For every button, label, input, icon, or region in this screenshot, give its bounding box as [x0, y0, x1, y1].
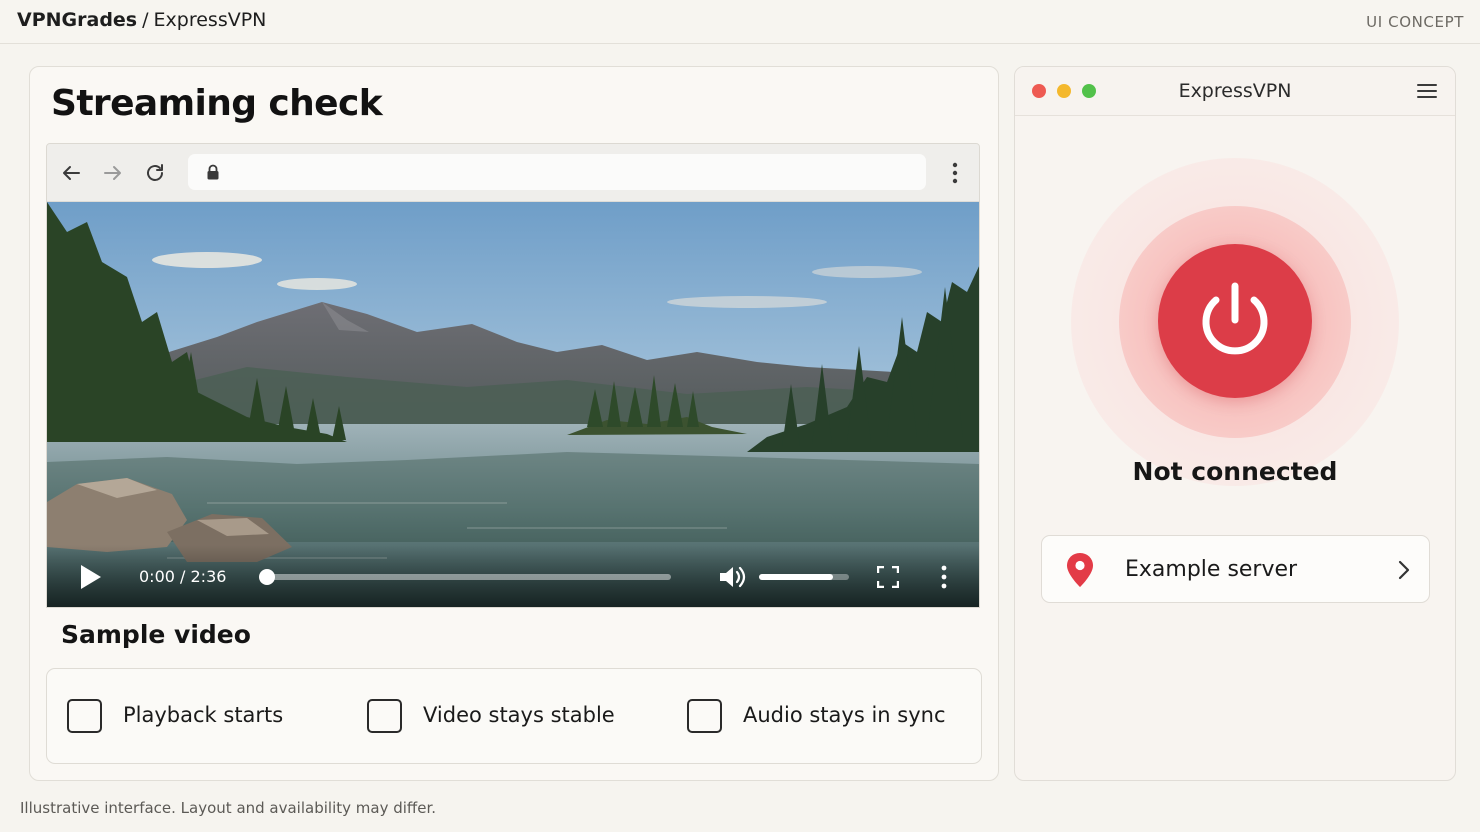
footer-disclaimer: Illustrative interface. Layout and avail… — [20, 799, 437, 817]
connection-status: Not connected — [1132, 457, 1338, 486]
app-title-bar: ExpressVPN — [1015, 67, 1455, 116]
browser-more-vertical-icon[interactable] — [945, 160, 965, 186]
server-selector[interactable]: Example server — [1041, 535, 1430, 603]
video-more-vertical-icon[interactable] — [935, 563, 953, 591]
streaming-check-card: Streaming check 0:00 / 2:36 Sample video… — [29, 66, 999, 781]
top-bar: VPNGrades / ExpressVPN UI CONCEPT — [0, 0, 1480, 44]
app-title: ExpressVPN — [1178, 80, 1292, 102]
checkbox[interactable] — [67, 699, 102, 733]
back-arrow-icon[interactable] — [59, 161, 83, 185]
ui-concept-tag: UI CONCEPT — [1366, 13, 1464, 31]
power-icon — [1202, 282, 1268, 355]
fullscreen-icon[interactable] — [877, 566, 899, 588]
vpn-app-window: ExpressVPN Not connected Example server — [1014, 66, 1456, 781]
video-player[interactable]: 0:00 / 2:36 — [47, 202, 979, 607]
checkbox[interactable] — [687, 699, 722, 733]
lock-icon — [207, 164, 219, 180]
breadcrumb-separator: / — [142, 9, 149, 31]
video-title: Sample video — [61, 620, 251, 649]
connect-power-button[interactable] — [1158, 244, 1312, 398]
browser-window: 0:00 / 2:36 — [46, 143, 980, 608]
forward-arrow-icon[interactable] — [101, 161, 125, 185]
volume-slider[interactable] — [759, 574, 849, 580]
chevron-right-icon — [1398, 560, 1410, 580]
breadcrumb: VPNGrades / ExpressVPN — [17, 9, 266, 31]
volume-slider-fill — [759, 574, 833, 580]
page-title: Streaming check — [51, 83, 383, 124]
video-controls: 0:00 / 2:36 — [47, 545, 979, 607]
checklist-label: Audio stays in sync — [743, 703, 946, 727]
breadcrumb-brand[interactable]: VPNGrades — [17, 9, 137, 31]
breadcrumb-product: ExpressVPN — [153, 9, 267, 31]
checklist: Playback starts Video stays stable Audio… — [46, 668, 982, 764]
checklist-label: Video stays stable — [423, 703, 615, 727]
reload-icon[interactable] — [143, 161, 167, 185]
video-time: 0:00 / 2:36 — [139, 567, 227, 586]
play-icon[interactable] — [79, 563, 103, 591]
server-name: Example server — [1125, 557, 1298, 582]
checklist-label: Playback starts — [123, 703, 284, 727]
location-pin-icon — [1067, 553, 1093, 587]
volume-icon[interactable] — [718, 564, 746, 590]
seek-thumb[interactable] — [259, 569, 275, 585]
seek-bar[interactable] — [259, 569, 671, 585]
hamburger-menu-icon[interactable] — [1417, 83, 1437, 99]
browser-toolbar — [47, 144, 979, 202]
url-bar[interactable] — [188, 154, 926, 190]
checkbox[interactable] — [367, 699, 402, 733]
